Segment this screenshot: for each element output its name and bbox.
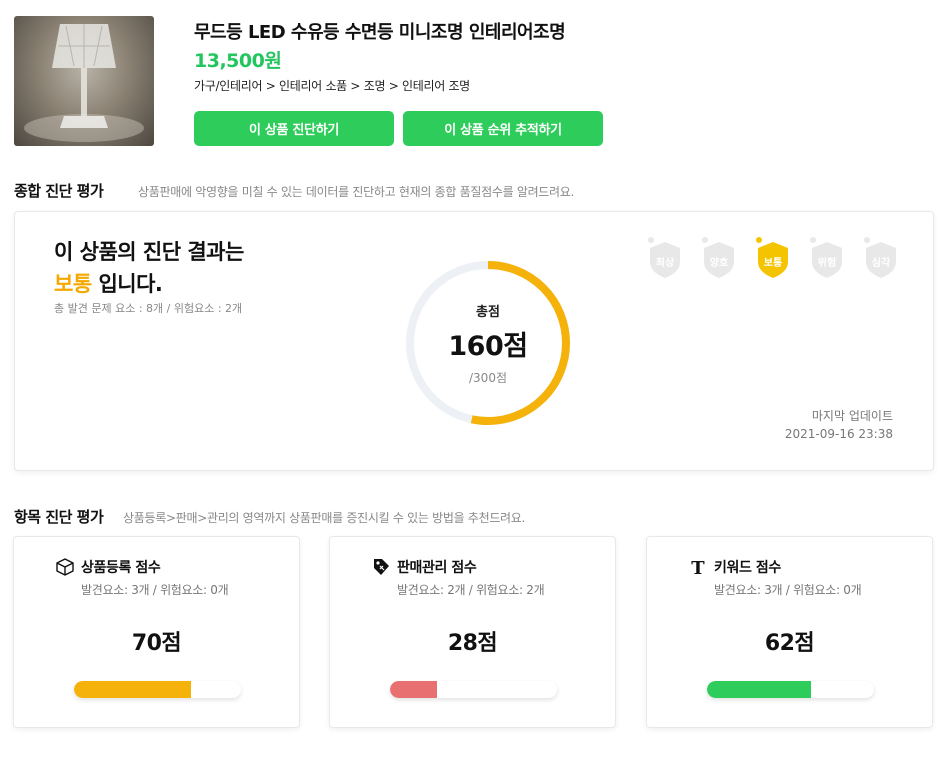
result-heading: 이 상품의 진단 결과는 xyxy=(54,240,244,264)
box-icon xyxy=(54,557,76,577)
score-progress-fill xyxy=(707,681,811,698)
issue-summary: 총 발견 문제 요소 : 8개 / 위험요소 : 2개 xyxy=(54,302,243,315)
last-update-label: 마지막 업데이트 xyxy=(811,409,893,423)
total-score: 160점 xyxy=(448,330,528,362)
product-title: 무드등 LED 수유등 수면등 미니조명 인테리어조명 xyxy=(194,22,566,43)
card-title: 판매관리 점수 xyxy=(397,560,477,576)
overall-section-title: 종합 진단 평가 xyxy=(14,182,104,200)
grade-shield-severe: 심각 xyxy=(864,236,900,282)
score-label: 총점 xyxy=(476,304,500,320)
result-suffix: 입니다. xyxy=(91,272,163,296)
overall-section-desc: 상품판매에 악영향을 미칠 수 있는 데이터를 진단하고 현재의 종합 품질점수… xyxy=(138,185,575,199)
score-progress-bar xyxy=(390,681,557,698)
card-score: 70점 xyxy=(131,631,182,656)
registration-score-card[interactable]: 상품등록 점수 발견요소: 3개 / 위험요소: 0개 70점 xyxy=(13,536,300,728)
result-grade: 보통 xyxy=(54,272,92,296)
svg-text:T: T xyxy=(691,558,705,577)
overall-diagnosis-card: 이 상품의 진단 결과는 보통 입니다. 총 발견 문제 요소 : 8개 / 위… xyxy=(14,211,934,471)
card-header: 상품등록 점수 xyxy=(54,557,161,577)
items-section-desc: 상품등록>판매>관리의 영역까지 상품판매를 증진시킬 수 있는 방법을 추천드… xyxy=(123,511,526,525)
card-header: 판매관리 점수 xyxy=(370,557,477,577)
keyword-score-card[interactable]: T 키워드 점수 발견요소: 3개 / 위험요소: 0개 62점 xyxy=(646,536,933,728)
result-grade-line: 보통 입니다. xyxy=(54,268,163,298)
donut-label: 총점 160점 /300점 xyxy=(403,258,573,428)
score-progress-bar xyxy=(74,681,241,698)
score-progress-bar xyxy=(707,681,874,698)
lamp-photo xyxy=(24,24,144,142)
text-t-icon: T xyxy=(687,557,709,577)
product-image xyxy=(14,16,154,146)
card-score: 28점 xyxy=(447,631,498,656)
last-update-timestamp: 2021-09-16 23:38 xyxy=(784,427,893,441)
score-progress-fill xyxy=(390,681,437,698)
score-max: /300점 xyxy=(469,370,507,385)
price-tag-icon xyxy=(370,557,392,577)
card-findings: 발견요소: 3개 / 위험요소: 0개 xyxy=(714,583,862,597)
grade-scale: 최상 양호 보통 위험 심각 xyxy=(648,236,908,286)
product-category-breadcrumb: 가구/인테리어 > 인테리어 소품 > 조명 > 인테리어 조명 xyxy=(194,79,470,93)
items-section-title: 항목 진단 평가 xyxy=(14,508,104,526)
grade-shield-good: 양호 xyxy=(702,236,738,282)
product-price: 13,500원 xyxy=(194,50,282,72)
grade-shield-normal: 보통 xyxy=(756,236,792,282)
track-rank-button[interactable]: 이 상품 순위 추적하기 xyxy=(403,111,603,146)
card-title: 상품등록 점수 xyxy=(81,560,161,576)
grade-shield-risk: 위험 xyxy=(810,236,846,282)
card-header: T 키워드 점수 xyxy=(687,557,781,577)
sales-management-score-card[interactable]: 판매관리 점수 발견요소: 2개 / 위험요소: 2개 28점 xyxy=(329,536,616,728)
card-score: 62점 xyxy=(764,631,815,656)
card-findings: 발견요소: 2개 / 위험요소: 2개 xyxy=(397,583,545,597)
score-progress-fill xyxy=(74,681,191,698)
grade-shield-best: 최상 xyxy=(648,236,684,282)
card-title: 키워드 점수 xyxy=(714,560,781,576)
card-findings: 발견요소: 3개 / 위험요소: 0개 xyxy=(81,583,229,597)
diagnose-product-button[interactable]: 이 상품 진단하기 xyxy=(194,111,394,146)
